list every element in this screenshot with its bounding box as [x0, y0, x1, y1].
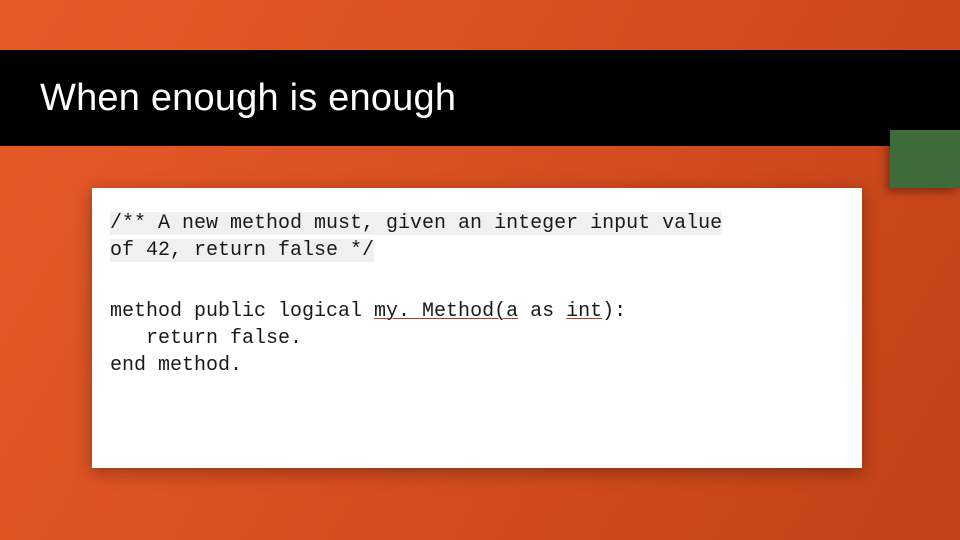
code-block: method public logical my. Method(a as in…	[110, 298, 844, 379]
code-l1-kw: method public logical	[110, 300, 374, 323]
code-l3: end method.	[110, 354, 242, 377]
slide: When enough is enough /** A new method m…	[0, 0, 960, 540]
accent-square	[890, 130, 960, 188]
title-bar: When enough is enough	[0, 50, 960, 146]
code-l1-type: int	[566, 300, 602, 323]
code-l2: return false.	[110, 327, 302, 350]
comment-line-1: /** A new method must, given an integer …	[110, 212, 722, 235]
comment-line-2: of 42, return false */	[110, 239, 374, 262]
code-l1-method: my. Method(a	[374, 300, 518, 323]
comment-block: /** A new method must, given an integer …	[110, 210, 844, 264]
code-l1-end: ):	[602, 300, 626, 323]
content-box: /** A new method must, given an integer …	[92, 188, 862, 468]
slide-title: When enough is enough	[40, 77, 456, 120]
code-l1-as: as	[518, 300, 566, 323]
